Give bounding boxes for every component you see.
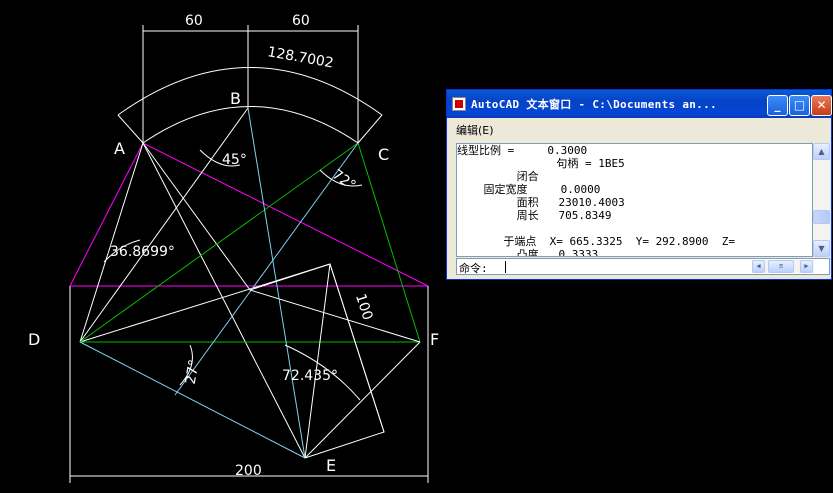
history-line: 面积 23010.4003 xyxy=(457,196,625,209)
point-b-label: B xyxy=(230,89,241,108)
history-line: 句柄 = 1BE5 xyxy=(457,157,625,170)
point-d-label: D xyxy=(28,330,40,349)
line-e-w xyxy=(304,263,331,459)
history-line: 于端点 X= 665.3325 Y= 292.8900 Z= xyxy=(457,235,736,248)
minimize-button[interactable]: _ xyxy=(767,95,788,116)
scroll-down-icon[interactable]: ▼ xyxy=(813,240,830,257)
command-prompt-label: 命令: xyxy=(459,262,488,275)
point-f-label: F xyxy=(430,330,439,349)
point-e-label: E xyxy=(326,456,336,475)
dim-100 xyxy=(329,263,385,433)
dim-bottom: 200 xyxy=(235,463,262,479)
menu-edit[interactable]: 编辑(E) xyxy=(456,122,494,138)
autocad-app-icon[interactable] xyxy=(452,97,466,111)
history-line: 周长 705.8349 xyxy=(457,209,612,222)
scroll-left-icon[interactable]: ◀ xyxy=(752,260,765,273)
dim-top-left: 60 xyxy=(185,13,203,29)
history-line: 线型比例 = 0.3000 xyxy=(457,144,588,157)
point-c-label: C xyxy=(378,145,389,164)
horizontal-scrollbar[interactable]: ◀ ≡ ▶ xyxy=(752,260,814,273)
scroll-up-icon[interactable]: ▲ xyxy=(813,143,830,160)
angle-27: 27° xyxy=(183,358,203,385)
scroll-right-icon[interactable]: ▶ xyxy=(800,260,813,273)
angle-36: 36.8699° xyxy=(110,244,175,260)
title-bar[interactable]: AutoCAD 文本窗口 - C:\Documents an... _ □ ✕ xyxy=(447,90,832,118)
dim-arc-length: 128.7002 xyxy=(266,44,335,71)
scroll-thumb[interactable] xyxy=(813,210,830,224)
text-caret xyxy=(505,261,506,273)
line-d-c xyxy=(79,142,359,343)
dim-top-right: 60 xyxy=(292,13,310,29)
point-a-label: A xyxy=(114,139,125,158)
magenta-lines xyxy=(69,142,429,287)
arc-dim xyxy=(117,67,383,116)
close-button[interactable]: ✕ xyxy=(811,95,832,116)
arc-ext-right xyxy=(357,114,383,144)
window-title: AutoCAD 文本窗口 - C:\Documents an... xyxy=(471,98,717,111)
angle-72435: 72.435° xyxy=(282,368,338,384)
line-a-d xyxy=(79,142,144,343)
history-text-area[interactable]: 线型比例 = 0.3000 句柄 = 1BE5 闭合 固定宽度 0.0000 面… xyxy=(456,143,813,257)
history-line: 闭合 xyxy=(457,170,539,183)
command-line[interactable]: 命令: ◀ ≡ ▶ xyxy=(456,258,830,275)
line-f-mid xyxy=(249,289,421,343)
autocad-text-window[interactable]: AutoCAD 文本窗口 - C:\Documents an... _ □ ✕ … xyxy=(446,89,832,280)
line-d-b xyxy=(79,107,249,343)
history-line: 凸度 0.3333 xyxy=(457,248,599,257)
maximize-button[interactable]: □ xyxy=(789,95,810,116)
angle-45: 45° xyxy=(222,152,247,168)
history-line: 固定宽度 0.0000 xyxy=(457,183,601,196)
scroll-thumb-horizontal[interactable]: ≡ xyxy=(768,260,794,273)
angle-72: 72° xyxy=(329,167,359,194)
line-a-e xyxy=(142,142,306,459)
history-line xyxy=(457,222,812,235)
vertical-scrollbar[interactable]: ▲ ▼ xyxy=(813,143,830,257)
line-f-e xyxy=(304,341,421,459)
menu-bar: 编辑(E) xyxy=(447,118,831,140)
dim-side: 100 xyxy=(352,292,375,322)
